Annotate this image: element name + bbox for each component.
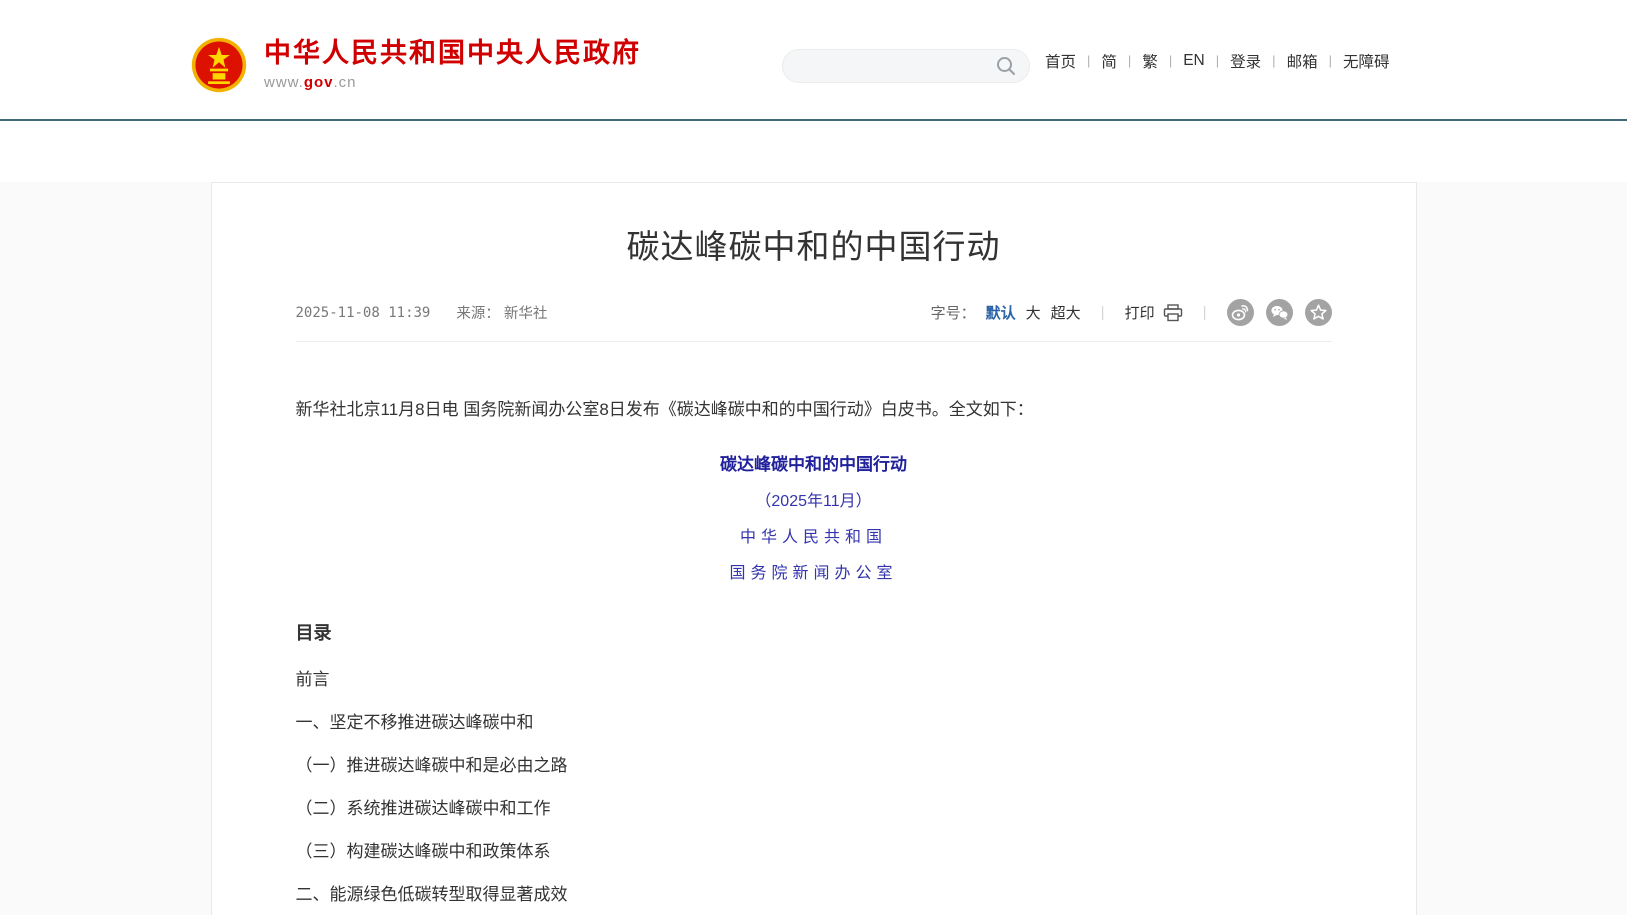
top-nav: 首页 | 简 | 繁 | EN | 登录 | 邮箱 | 无障碍 — [1045, 0, 1389, 121]
nav-separator: | — [1216, 53, 1219, 68]
font-size-xlarge[interactable]: 超大 — [1051, 302, 1081, 323]
nav-item-login[interactable]: 登录 — [1230, 50, 1261, 72]
toc-item-1: 一、坚定不移推进碳达峰碳中和 — [296, 714, 1332, 731]
nav-item-traditional[interactable]: 繁 — [1142, 50, 1158, 72]
toc-item-1-3: （三）构建碳达峰碳中和政策体系 — [296, 843, 1332, 860]
nav-separator: | — [1272, 53, 1275, 68]
search-box[interactable] — [782, 49, 1030, 83]
document-issuer-line2: 国务院新闻办公室 — [296, 559, 1332, 583]
article-card: 碳达峰碳中和的中国行动 2025-11-08 11:39 来源： 新华社 字号：… — [211, 182, 1417, 915]
nav-item-simplified[interactable]: 简 — [1101, 50, 1117, 72]
share-icons — [1227, 299, 1332, 326]
page-body: ☆ 收藏 ✎ 留言 碳达峰碳中和的中国行动 2025-11-08 11:39 来… — [0, 182, 1627, 915]
font-size-label: 字号： — [931, 302, 976, 323]
url-prefix: www. — [264, 74, 304, 91]
site-url: www.gov.cn — [264, 74, 641, 91]
meta-separator: | — [1203, 304, 1207, 321]
article-title: 碳达峰碳中和的中国行动 — [296, 220, 1332, 268]
nav-separator: | — [1128, 53, 1131, 68]
source-value[interactable]: 新华社 — [504, 306, 548, 322]
toc-item-1-2: （二）系统推进碳达峰碳中和工作 — [296, 800, 1332, 817]
article-meta-left: 2025-11-08 11:39 来源： 新华社 — [296, 302, 548, 323]
nav-item-accessibility[interactable]: 无障碍 — [1343, 50, 1390, 72]
print-button[interactable]: 打印 — [1125, 302, 1183, 323]
document-heading-block: 碳达峰碳中和的中国行动 （2025年11月） 中华人民共和国 国务院新闻办公室 — [296, 450, 1332, 583]
article-meta-bar: 2025-11-08 11:39 来源： 新华社 字号： 默认 大 超大 | 打… — [296, 299, 1332, 342]
wechat-icon[interactable] — [1266, 299, 1293, 326]
meta-separator: | — [1101, 304, 1105, 321]
site-header: 中华人民共和国中央人民政府 www.gov.cn 首页 | 简 | 繁 | EN… — [0, 0, 1627, 121]
search-input[interactable] — [799, 50, 995, 82]
nav-item-english[interactable]: EN — [1183, 52, 1205, 70]
source-label: 来源： — [456, 306, 500, 322]
weibo-icon[interactable] — [1227, 299, 1254, 326]
nav-item-mail[interactable]: 邮箱 — [1287, 50, 1318, 72]
national-emblem-icon — [190, 36, 248, 94]
site-logo[interactable]: 中华人民共和国中央人民政府 www.gov.cn — [190, 36, 641, 94]
article-source: 来源： 新华社 — [456, 302, 547, 323]
toc-item-1-1: （一）推进碳达峰碳中和是必由之路 — [296, 757, 1332, 774]
lead-paragraph: 新华社北京11月8日电 国务院新闻办公室8日发布《碳达峰碳中和的中国行动》白皮书… — [296, 398, 1332, 423]
article-meta-right: 字号： 默认 大 超大 | 打印 | — [931, 299, 1332, 326]
nav-separator: | — [1087, 53, 1090, 68]
toc-item-preface: 前言 — [296, 671, 1332, 688]
document-issuer-line1: 中华人民共和国 — [296, 523, 1332, 547]
logo-text: 中华人民共和国中央人民政府 www.gov.cn — [264, 39, 641, 92]
printer-icon — [1163, 304, 1183, 322]
nav-separator: | — [1169, 53, 1172, 68]
article-date: 2025-11-08 11:39 — [296, 305, 431, 321]
nav-separator: | — [1329, 53, 1332, 68]
font-size-large[interactable]: 大 — [1026, 302, 1041, 323]
document-title: 碳达峰碳中和的中国行动 — [296, 450, 1332, 475]
font-size-default[interactable]: 默认 — [986, 302, 1016, 323]
print-label: 打印 — [1125, 302, 1155, 323]
toc-heading: 目录 — [296, 619, 1332, 645]
nav-item-home[interactable]: 首页 — [1045, 50, 1076, 72]
url-main: gov — [304, 74, 334, 91]
search-icon[interactable] — [995, 55, 1017, 77]
share-star-icon[interactable] — [1305, 299, 1332, 326]
document-date-line: （2025年11月） — [296, 487, 1332, 511]
url-suffix: .cn — [334, 74, 357, 91]
site-title: 中华人民共和国中央人民政府 — [264, 39, 641, 69]
toc-item-2: 二、能源绿色低碳转型取得显著成效 — [296, 886, 1332, 903]
